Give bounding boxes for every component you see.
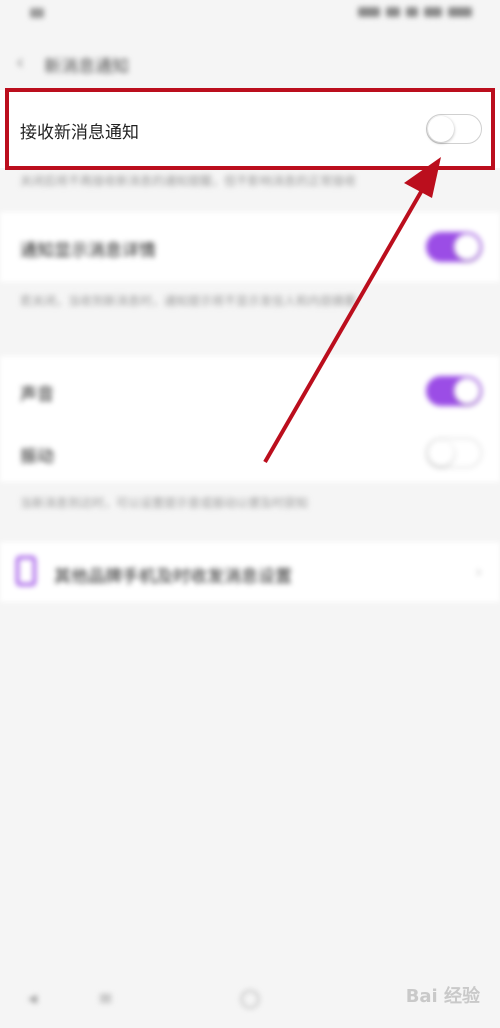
watermark: Bai 经验 bbox=[405, 986, 480, 1007]
annotation-arrow-icon bbox=[263, 157, 441, 464]
